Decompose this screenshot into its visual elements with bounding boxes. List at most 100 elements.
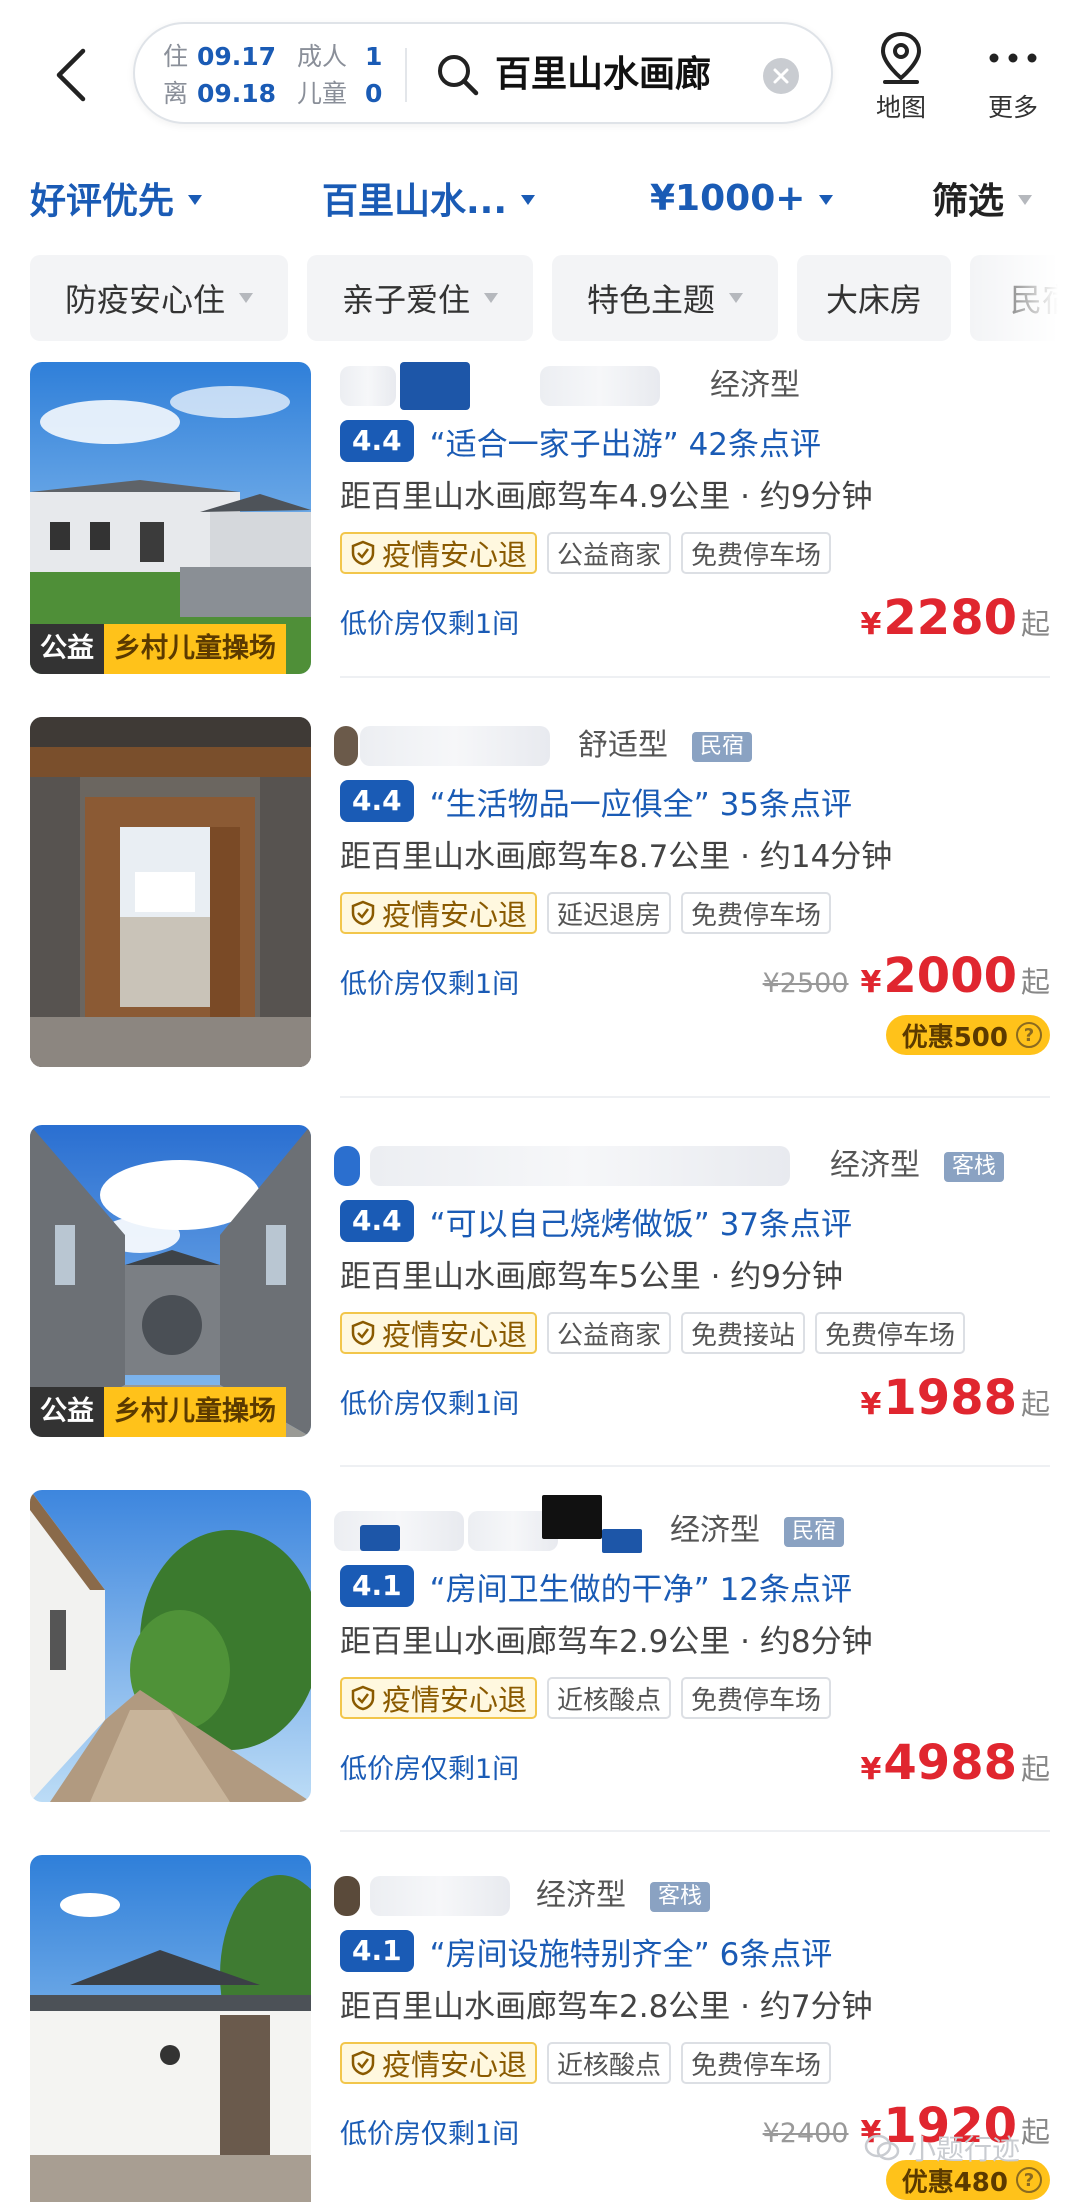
chip-label: 大床房 (825, 281, 922, 319)
top-bar: 住 09.17 成人 1 离 09.18 儿童 0 百里山水画廊 地图 更多 (0, 0, 1080, 150)
gate-photo (30, 717, 311, 1067)
covid-refund-tag: 疫情安心退 (340, 532, 538, 574)
courtyard-wall-photo (30, 1855, 311, 2202)
chip-king-bed[interactable]: 大床房 (797, 255, 951, 341)
feature-tag: 公益商家 (547, 532, 672, 574)
review-row: 4.1 “房间卫生做的干净” 12条点评 (340, 1563, 852, 1609)
charity-tag: 公益 乡村儿童操场 (30, 1387, 286, 1437)
price-label: ¥1000+ (650, 177, 806, 219)
checkout-date: 09.18 (197, 79, 277, 108)
discount-badge[interactable]: 优惠500? (885, 1015, 1050, 1055)
review-quote: “生活物品一应俱全” 35条点评 (429, 786, 853, 823)
location-dropdown[interactable]: 百里山水... (322, 168, 536, 228)
review-row: 4.4 “可以自己烧烤做饭” 37条点评 (340, 1198, 852, 1244)
property-type: 经济型 (536, 1878, 626, 1913)
feature-tag: 近核酸点 (547, 2042, 672, 2084)
caret-down-icon (239, 293, 253, 303)
blurred-name (400, 362, 470, 410)
caret-down-icon (484, 293, 498, 303)
hotel-photo[interactable] (30, 1490, 311, 1802)
feature-tag: 免费停车场 (681, 2042, 832, 2084)
sort-label: 好评优先 (30, 181, 175, 222)
price-block: ¥ 2280 起 (861, 590, 1050, 650)
caret-down-icon (819, 195, 834, 205)
checkout-label: 离 (163, 79, 189, 108)
blurred-name (360, 1525, 400, 1551)
blurred-name (602, 1529, 642, 1553)
rating-score: 4.1 (340, 1565, 414, 1607)
caret-down-icon (188, 195, 203, 205)
distance-text: 距百里山水画廊驾车5公里 · 约9分钟 (340, 1259, 844, 1295)
currency-symbol: ¥ (860, 1387, 882, 1422)
quick-filter-chips: 防疫安心住 亲子爱住 特色主题 大床房 民宿 (0, 255, 1080, 345)
original-price: ¥2400 (762, 2118, 849, 2149)
blurred-name (334, 1146, 360, 1186)
filter-dropdown[interactable]: 筛选 (932, 168, 1033, 228)
rating-score: 4.1 (340, 1930, 414, 1972)
property-badge: 客栈 (650, 1882, 711, 1912)
property-badge: 民宿 (784, 1517, 845, 1547)
divider (405, 48, 407, 102)
review-quote: “房间设施特别齐全” 6条点评 (429, 1936, 833, 1973)
search-bar[interactable]: 住 09.17 成人 1 离 09.18 儿童 0 百里山水画廊 (133, 22, 833, 124)
date-guest-selector[interactable]: 住 09.17 成人 1 离 09.18 儿童 0 (163, 38, 403, 112)
blurred-name (542, 1495, 602, 1539)
help-icon: ? (1016, 1022, 1042, 1048)
hotel-card[interactable]: 经济型 民宿 4.1 “房间卫生做的干净” 12条点评 距百里山水画廊驾车2.9… (0, 1490, 1080, 1856)
hotel-photo[interactable] (30, 717, 311, 1067)
map-label: 地图 (875, 93, 926, 122)
watermark: 小题行迹 (864, 2128, 1020, 2168)
covid-refund-tag: 疫情安心退 (340, 2042, 538, 2084)
price-value: 2000 (883, 948, 1017, 1004)
chip-label: 特色主题 (586, 281, 715, 319)
chip-theme[interactable]: 特色主题 (552, 255, 778, 341)
price-dropdown[interactable]: ¥1000+ (650, 168, 834, 228)
divider (340, 1465, 1050, 1467)
rating-score: 4.4 (340, 1200, 414, 1242)
shield-check-icon (351, 2050, 375, 2076)
divider (340, 676, 1050, 678)
sort-dropdown[interactable]: 好评优先 (30, 168, 203, 228)
tag-list: 疫情安心退 延迟退房 免费停车场 (340, 892, 832, 936)
back-button[interactable] (40, 35, 100, 115)
blurred-name (370, 1146, 790, 1186)
hotel-card[interactable]: 公益 乡村儿童操场 经济型 4.4 “适合一家子出游” 42条点评 距百里山水画廊… (0, 345, 1080, 711)
chip-covid-safe[interactable]: 防疫安心住 (30, 255, 288, 341)
covid-refund-tag: 疫情安心退 (340, 892, 538, 934)
property-badge: 民宿 (692, 732, 753, 762)
hotel-card[interactable]: 公益 乡村儿童操场 经济型 客栈 4.4 “可以自己烧烤做饭” 37条点评 距百里… (0, 1125, 1080, 1491)
property-type: 舒适型 (578, 728, 668, 763)
children-count: 0 (365, 79, 383, 108)
feature-tag: 公益商家 (547, 1312, 672, 1354)
help-icon: ? (1016, 2167, 1042, 2193)
chip-family[interactable]: 亲子爱住 (307, 255, 533, 341)
feature-tag: 延迟退房 (547, 892, 672, 934)
charity-tag: 公益 乡村儿童操场 (30, 624, 286, 674)
currency-symbol: ¥ (860, 965, 882, 1000)
price-suffix: 起 (1020, 607, 1050, 641)
hotel-photo[interactable]: 公益 乡村儿童操场 (30, 1125, 311, 1437)
feature-tag: 免费停车场 (681, 1677, 832, 1719)
hotel-photo[interactable]: 公益 乡村儿童操场 (30, 362, 311, 674)
map-pin-icon (880, 31, 922, 84)
price-value: 4988 (883, 1735, 1017, 1791)
map-button[interactable]: 地图 (858, 28, 944, 128)
hotel-name-row: 舒适型 民宿 (334, 722, 1050, 770)
search-input[interactable]: 百里山水画廊 (495, 46, 711, 104)
more-button[interactable]: 更多 (970, 28, 1056, 128)
adults-label: 成人 (297, 42, 348, 71)
hotel-name-row: 经济型 民宿 (334, 1495, 1050, 1555)
distance-text: 距百里山水画廊驾车8.7公里 · 约14分钟 (340, 839, 893, 875)
price-block: ¥ 1988 起 (861, 1370, 1050, 1430)
clear-search-button[interactable] (763, 58, 799, 94)
review-quote: “可以自己烧烤做饭” 37条点评 (429, 1206, 853, 1243)
checkin-label: 住 (163, 42, 189, 71)
hotel-list[interactable]: 公益 乡村儿童操场 经济型 4.4 “适合一家子出游” 42条点评 距百里山水画廊… (0, 345, 1080, 2202)
more-dots-icon (989, 53, 1037, 63)
hotel-card[interactable]: 舒适型 民宿 4.4 “生活物品一应俱全” 35条点评 距百里山水画廊驾车8.7… (0, 705, 1080, 1098)
hotel-name-row: 经济型 客栈 (334, 1142, 1050, 1190)
blurred-name (334, 726, 358, 766)
location-label: 百里山水... (322, 181, 508, 222)
divider (340, 1096, 1050, 1098)
hotel-photo[interactable] (30, 1855, 311, 2202)
